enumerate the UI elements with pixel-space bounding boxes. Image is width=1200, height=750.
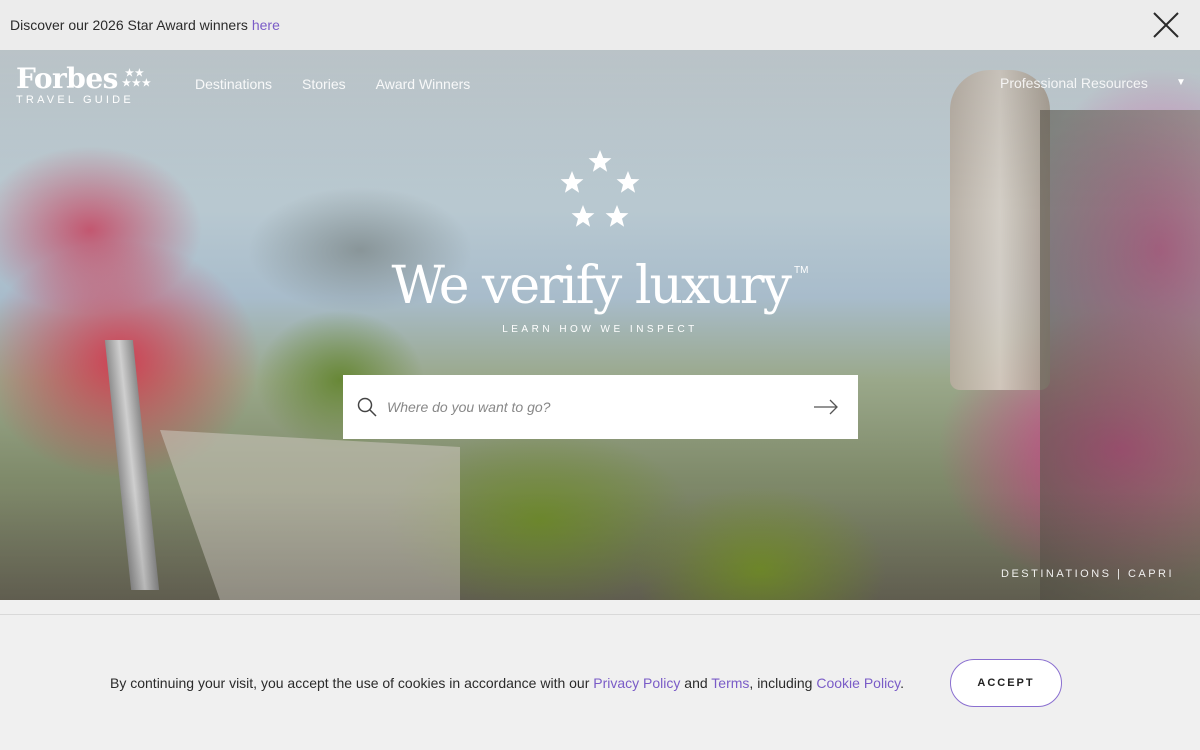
announcement-text: Discover our 2026 Star Award winners <box>10 17 248 33</box>
nav-award-winners[interactable]: Award Winners <box>376 76 471 92</box>
accept-button[interactable]: ACCEPT <box>950 659 1062 707</box>
logo-brand: Forbes <box>16 62 118 95</box>
search-input[interactable] <box>387 399 812 415</box>
nav-destinations[interactable]: Destinations <box>195 76 272 92</box>
photo-credit: DESTINATIONS | CAPRI <box>1001 568 1175 580</box>
nav-stories[interactable]: Stories <box>302 76 346 92</box>
announcement-link[interactable]: here <box>252 17 280 33</box>
cookie-banner: By continuing your visit, you accept the… <box>0 615 1200 750</box>
hero-tagline: We verify luxury TM <box>391 256 809 316</box>
learn-how-we-inspect-link[interactable]: LEARN HOW WE INSPECT <box>0 324 1200 335</box>
caret-down-icon[interactable]: ▼ <box>1176 77 1186 88</box>
close-icon[interactable] <box>1152 11 1180 39</box>
cookie-message: By continuing your visit, you accept the… <box>110 675 905 691</box>
hero-banner: Forbes ★★ ★★★ TRAVEL GUIDE Destinations S… <box>0 50 1200 600</box>
cookie-policy-link[interactable]: Cookie Policy <box>816 675 900 691</box>
announcement-bar: Discover our 2026 Star Award winners her… <box>0 0 1200 50</box>
forbes-travel-guide-logo[interactable]: Forbes ★★ ★★★ TRAVEL GUIDE <box>16 62 152 107</box>
terms-link[interactable]: Terms <box>711 675 749 691</box>
privacy-policy-link[interactable]: Privacy Policy <box>593 675 680 691</box>
professional-resources-link[interactable]: Professional Resources <box>1000 75 1148 91</box>
five-stars-icon <box>560 150 640 227</box>
trademark: TM <box>794 265 809 276</box>
arrow-right-icon[interactable] <box>812 397 840 417</box>
destination-search <box>343 375 858 439</box>
main-nav: Destinations Stories Award Winners <box>195 76 470 92</box>
logo-stars-icon: ★★ ★★★ <box>121 68 152 89</box>
logo-subtitle: TRAVEL GUIDE <box>16 94 134 106</box>
search-icon <box>357 397 377 417</box>
